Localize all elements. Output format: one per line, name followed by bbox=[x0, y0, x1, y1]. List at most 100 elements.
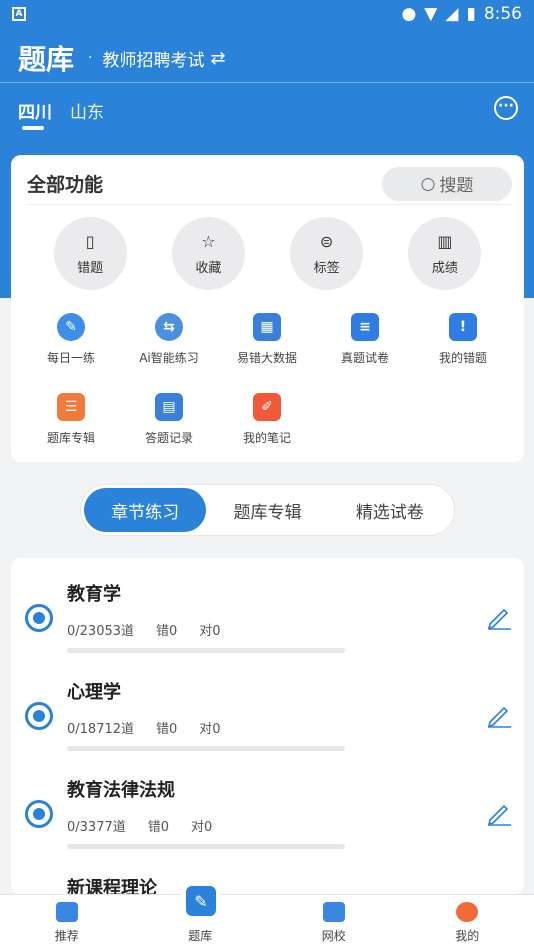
scores-button[interactable]: ▥ 成绩 bbox=[408, 217, 482, 290]
album-item[interactable]: ☰ 题库专辑 bbox=[22, 393, 120, 446]
wrong-count: 错0 bbox=[156, 722, 178, 737]
tab-shandong[interactable]: 山东 bbox=[70, 98, 104, 123]
notification-a-icon: A bbox=[12, 7, 26, 21]
answer-record-item[interactable]: ▤ 答题记录 bbox=[120, 393, 218, 446]
chapter-radio-icon bbox=[25, 702, 53, 730]
status-time: 8:56 bbox=[483, 4, 522, 24]
list-item[interactable]: 新课程理论 bbox=[11, 862, 524, 894]
question-count: 0/3377道 bbox=[67, 820, 126, 835]
exam-paper-icon: ≡ bbox=[351, 313, 379, 341]
nav-profile[interactable]: 我的 bbox=[401, 895, 534, 950]
ai-practice-icon: ⇆ bbox=[155, 313, 183, 341]
wrong-count: 错0 bbox=[156, 624, 178, 639]
swap-icon[interactable]: ⇄ bbox=[210, 48, 225, 69]
question-bank-fab[interactable]: ✎ bbox=[180, 880, 222, 922]
chapter-stats: 0/23053道 错0 对0 bbox=[67, 620, 221, 639]
error-data-item[interactable]: ▦ 易错大数据 bbox=[218, 313, 316, 366]
thumbs-up-icon bbox=[55, 902, 78, 922]
segment-question-album[interactable]: 题库专辑 bbox=[206, 488, 328, 532]
exam-paper-label: 真题试卷 bbox=[340, 351, 389, 365]
signal-icon: ◢ bbox=[445, 4, 459, 24]
tags-button[interactable]: ⊜ 标签 bbox=[290, 217, 364, 290]
function-grid-row-2: ☰ 题库专辑 ▤ 答题记录 ✐ 我的笔记 bbox=[11, 393, 524, 446]
practice-segmented-control: 章节练习 题库专辑 精选试卷 bbox=[80, 484, 455, 536]
wrong-count: 错0 bbox=[147, 820, 170, 835]
chapter-name: 教育法律法规 bbox=[67, 780, 175, 801]
functions-header: 全部功能 ○ 搜题 bbox=[27, 163, 512, 205]
chapter-radio-icon bbox=[25, 800, 53, 828]
progress-bar bbox=[67, 746, 345, 751]
nav-profile-label: 我的 bbox=[455, 929, 480, 943]
tag-icon: ⊜ bbox=[319, 231, 334, 251]
ai-practice-item[interactable]: ⇆ Ai智能练习 bbox=[120, 313, 218, 366]
favorites-label: 收藏 bbox=[195, 260, 222, 276]
more-icon[interactable]: ··· bbox=[494, 96, 518, 120]
mistakes-label: 错题 bbox=[77, 260, 104, 276]
album-label: 题库专辑 bbox=[46, 431, 95, 445]
profile-icon bbox=[456, 902, 479, 922]
nav-recommend-label: 推荐 bbox=[54, 929, 79, 943]
ai-practice-label: Ai智能练习 bbox=[139, 351, 199, 365]
edit-icon[interactable] bbox=[486, 604, 512, 630]
notebook-icon: ▯ bbox=[85, 231, 95, 251]
progress-bar bbox=[67, 648, 345, 653]
notes-label: 我的笔记 bbox=[242, 431, 291, 445]
album-icon: ☰ bbox=[57, 393, 85, 421]
list-item[interactable]: 教育法律法规 0/3377道 错0 对0 bbox=[11, 764, 524, 862]
location-icon: ● bbox=[401, 4, 417, 24]
daily-practice-item[interactable]: ✎ 每日一练 bbox=[22, 313, 120, 366]
bottom-navigation: 推荐 题库 网校 我的 bbox=[0, 894, 534, 950]
nav-question-bank-label: 题库 bbox=[188, 929, 213, 943]
edit-icon[interactable] bbox=[486, 702, 512, 728]
list-item[interactable]: 教育学 0/23053道 错0 对0 bbox=[11, 568, 524, 666]
chart-icon: ▥ bbox=[437, 231, 453, 251]
chapter-list: 教育学 0/23053道 错0 对0 心理学 0/18712道 错0 对0 教育… bbox=[11, 558, 524, 894]
favorites-button[interactable]: ☆ 收藏 bbox=[171, 217, 245, 290]
search-icon: ○ bbox=[420, 173, 436, 194]
chapter-radio-icon bbox=[25, 604, 53, 632]
right-count: 对0 bbox=[199, 722, 221, 737]
nav-online-school-label: 网校 bbox=[321, 929, 346, 943]
exam-subject-selector[interactable]: 教师招聘考试 bbox=[102, 46, 204, 71]
nav-recommend[interactable]: 推荐 bbox=[0, 895, 134, 950]
segment-chapter-practice[interactable]: 章节练习 bbox=[84, 488, 207, 532]
edit-icon[interactable] bbox=[486, 800, 512, 826]
header-divider bbox=[0, 82, 534, 83]
answer-record-icon: ▤ bbox=[155, 393, 183, 421]
scores-label: 成绩 bbox=[431, 260, 458, 276]
nav-online-school[interactable]: 网校 bbox=[267, 895, 401, 950]
quick-circle-row: ▯ 错题 ☆ 收藏 ⊜ 标签 ▥ 成绩 bbox=[11, 217, 524, 290]
chapter-name: 新课程理论 bbox=[67, 878, 157, 894]
list-item[interactable]: 心理学 0/18712道 错0 对0 bbox=[11, 666, 524, 764]
my-mistakes-label: 我的错题 bbox=[438, 351, 487, 365]
my-mistakes-item[interactable]: ! 我的错题 bbox=[414, 313, 512, 366]
status-right: ● ▼ ◢ ▮ 8:56 bbox=[401, 4, 522, 24]
notes-icon: ✐ bbox=[253, 393, 281, 421]
error-data-label: 易错大数据 bbox=[236, 351, 297, 365]
exam-paper-item[interactable]: ≡ 真题试卷 bbox=[316, 313, 414, 366]
daily-practice-label: 每日一练 bbox=[46, 351, 95, 365]
segment-selected-papers[interactable]: 精选试卷 bbox=[329, 488, 451, 532]
region-tabs: 四川 山东 bbox=[18, 98, 104, 130]
function-grid-row-1: ✎ 每日一练 ⇆ Ai智能练习 ▦ 易错大数据 ≡ 真题试卷 ! 我的错题 bbox=[11, 313, 524, 366]
star-icon: ☆ bbox=[201, 231, 216, 251]
title-row: 题库 · 教师招聘考试 ⇄ bbox=[18, 38, 516, 78]
question-count: 0/18712道 bbox=[67, 722, 135, 737]
chapter-name: 教育学 bbox=[67, 584, 121, 605]
wifi-icon: ▼ bbox=[424, 4, 438, 24]
my-mistakes-icon: ! bbox=[449, 313, 477, 341]
battery-icon: ▮ bbox=[466, 4, 476, 24]
chapter-stats: 0/3377道 错0 对0 bbox=[67, 816, 212, 835]
chapter-stats: 0/18712道 错0 对0 bbox=[67, 718, 221, 737]
progress-bar bbox=[67, 844, 345, 849]
functions-title: 全部功能 bbox=[27, 174, 104, 196]
tab-sichuan[interactable]: 四川 bbox=[18, 98, 52, 130]
notes-item[interactable]: ✐ 我的笔记 bbox=[218, 393, 316, 446]
all-functions-card: 全部功能 ○ 搜题 ▯ 错题 ☆ 收藏 ⊜ 标签 ▥ 成绩 ✎ 每日一练 ⇆ A… bbox=[11, 155, 524, 462]
status-bar: A ● ▼ ◢ ▮ 8:56 bbox=[0, 0, 534, 28]
search-questions-button[interactable]: ○ 搜题 bbox=[382, 166, 512, 201]
mistakes-button[interactable]: ▯ 错题 bbox=[53, 217, 127, 290]
error-data-icon: ▦ bbox=[253, 313, 281, 341]
right-count: 对0 bbox=[199, 624, 221, 639]
tags-label: 标签 bbox=[313, 260, 340, 276]
